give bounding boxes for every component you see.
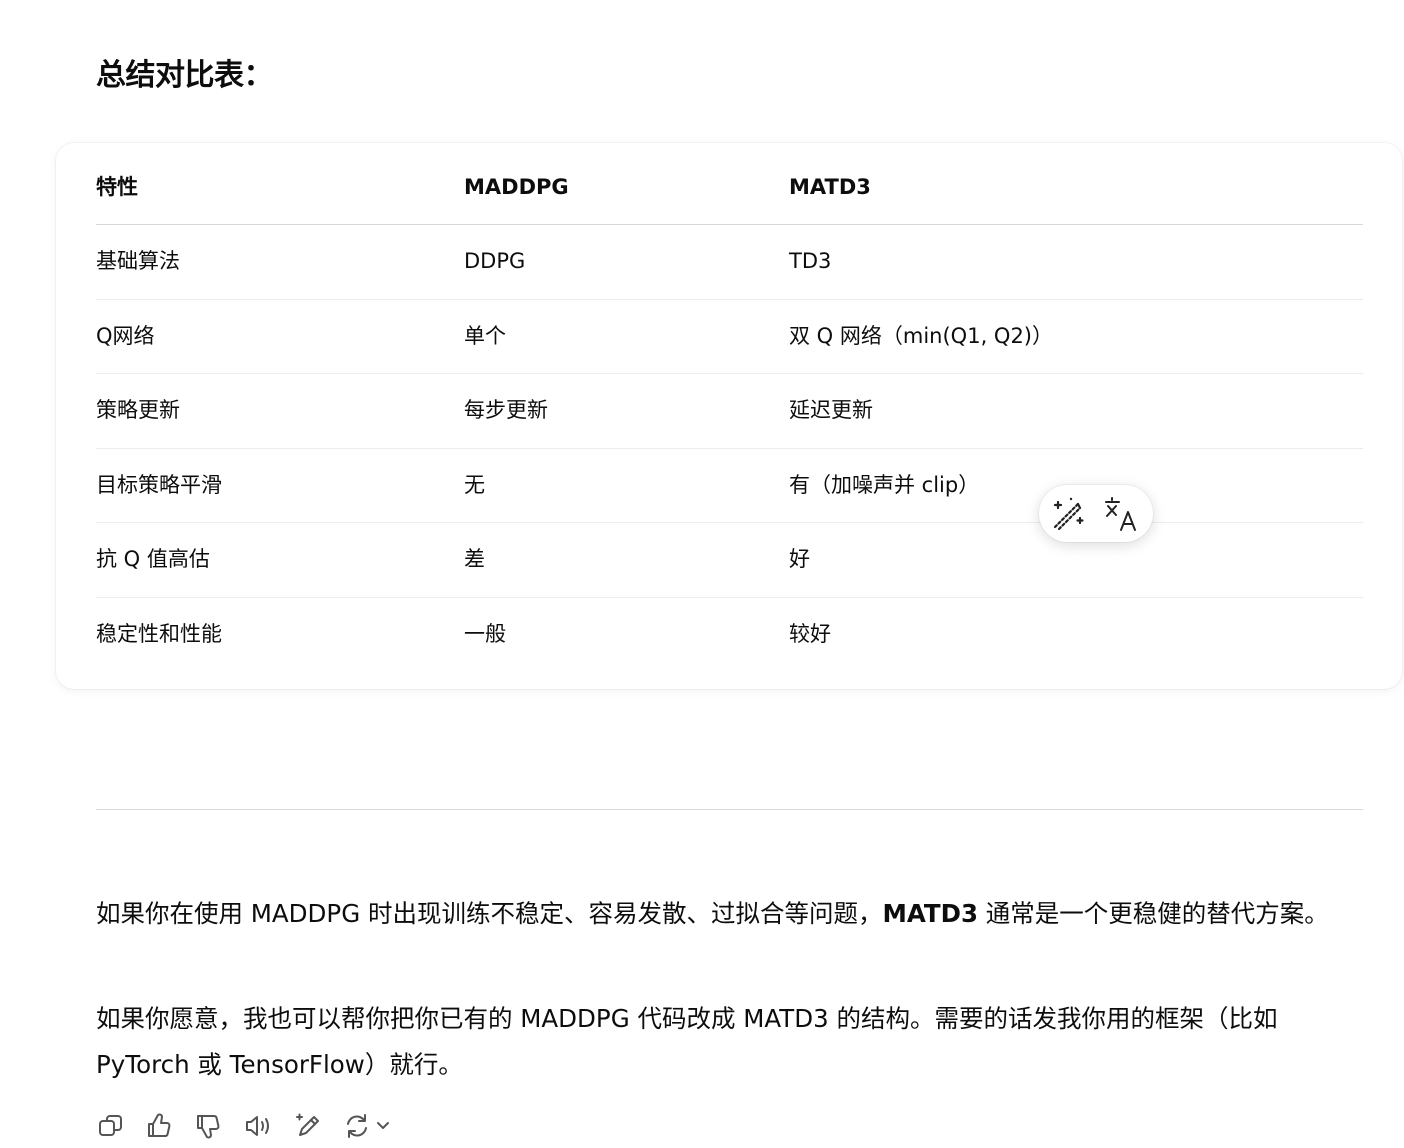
paragraph-text: 通常是一个更稳健的替代方案。 — [978, 899, 1329, 928]
table-cell: Q网络 — [96, 323, 155, 348]
comparison-table: 特性 MADDPG MATD3 基础算法 DDPG TD3 Q网络 单个 双 Q… — [96, 151, 1363, 671]
paragraph-offer: 如果你愿意，我也可以帮你把你已有的 MADDPG 代码改成 MATD3 的结构。… — [96, 1004, 1278, 1079]
table-cell: TD3 — [789, 249, 832, 273]
table-cell: 延迟更新 — [789, 398, 873, 422]
read-aloud-icon — [246, 1116, 269, 1136]
table-cell: 好 — [789, 547, 810, 571]
thumbs-up-icon — [148, 1113, 171, 1137]
table-row: 基础算法 DDPG TD3 — [96, 225, 1363, 300]
table-cell: 策略更新 — [96, 398, 180, 422]
table-cell: 目标策略平滑 — [96, 472, 222, 497]
table-cell: DDPG — [464, 249, 526, 273]
bold-text: MATD3 — [882, 899, 979, 928]
thumbs-up-button[interactable] — [144, 1106, 176, 1146]
table-row: Q网络 单个 双 Q 网络（min(Q1, Q2)） — [96, 300, 1363, 374]
table-cell: 稳定性和性能 — [96, 621, 222, 646]
table-header-cell: 特性 — [96, 175, 138, 199]
table-cell: 有（加噪声并 clip） — [789, 472, 980, 497]
paragraph-recommendation: 如果你在使用 MADDPG 时出现训练不稳定、容易发散、过拟合等问题，MATD3… — [96, 891, 1363, 937]
table-cell: 双 Q 网络（min(Q1, Q2)） — [789, 323, 1053, 348]
copy-icon — [99, 1115, 122, 1136]
regenerate-options-button[interactable] — [372, 1106, 394, 1146]
table-cell: 一般 — [464, 621, 506, 646]
table-cell: 单个 — [464, 323, 506, 348]
table-row: 抗 Q 值高估 差 好 — [96, 523, 1363, 598]
summary-heading: 总结对比表： — [96, 58, 274, 93]
magic-wand-button[interactable] — [1049, 494, 1089, 534]
translate-button[interactable] — [1103, 494, 1143, 534]
table-header-cell: MADDPG — [464, 175, 569, 199]
chevron-down-icon — [377, 1122, 389, 1129]
table-cell: 抗 Q 值高估 — [96, 547, 210, 571]
table-cell: 每步更新 — [464, 398, 548, 422]
magic-wand-icon — [1053, 497, 1084, 531]
comparison-table-card: 特性 MADDPG MATD3 基础算法 DDPG TD3 Q网络 单个 双 Q… — [56, 143, 1402, 689]
table-row: 稳定性和性能 一般 较好 — [96, 598, 1363, 672]
floating-selection-toolbar — [1039, 485, 1153, 542]
table-row: 目标策略平滑 无 有（加噪声并 clip） — [96, 449, 1363, 523]
read-aloud-button[interactable] — [243, 1106, 275, 1146]
table-header-cell: MATD3 — [789, 175, 871, 199]
table-header-row: 特性 MADDPG MATD3 — [96, 151, 1363, 225]
table-cell: 差 — [464, 547, 485, 571]
section-divider — [96, 809, 1363, 810]
paragraph-text: 如果你在使用 MADDPG 时出现训练不稳定、容易发散、过拟合等问题， — [96, 899, 883, 928]
edit-icon — [296, 1113, 319, 1136]
table-cell: 基础算法 — [96, 249, 180, 273]
table-cell: 较好 — [789, 621, 831, 646]
table-row: 策略更新 每步更新 延迟更新 — [96, 374, 1363, 449]
translate-icon — [1105, 497, 1136, 531]
thumbs-down-icon — [197, 1115, 220, 1139]
table-cell: 无 — [464, 472, 485, 497]
thumbs-down-button[interactable] — [193, 1106, 225, 1146]
regenerate-icon — [347, 1114, 367, 1138]
copy-button[interactable] — [96, 1106, 128, 1146]
edit-button[interactable] — [293, 1106, 325, 1146]
regenerate-button[interactable] — [342, 1106, 374, 1146]
